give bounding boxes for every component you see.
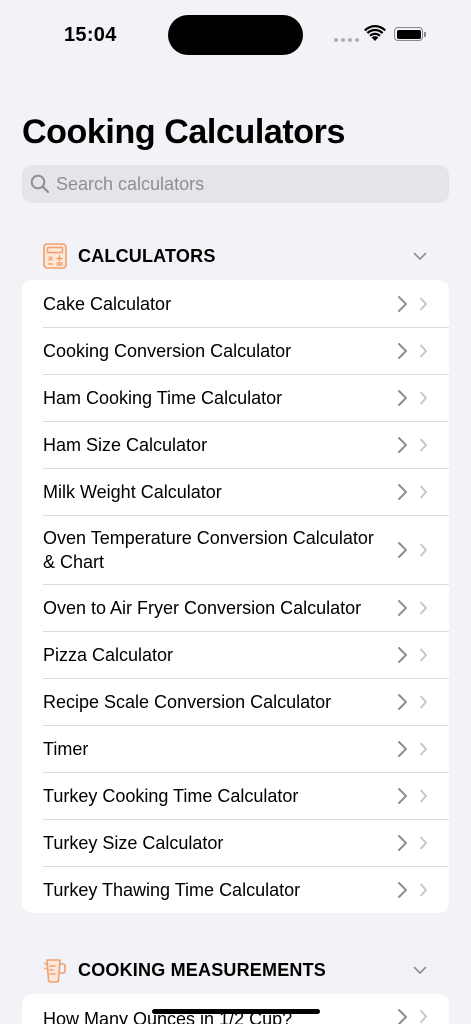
list-item-label: Timer (43, 738, 89, 759)
chevron-right-icon (420, 1010, 427, 1023)
list-item-label: Ham Cooking Time Calculator (43, 387, 283, 408)
search-bar[interactable] (22, 165, 449, 203)
chevron-right-icon (398, 646, 407, 663)
list-item-oven-temperature-conversion-calculator[interactable]: Oven Temperature Conversion Calculator &… (22, 515, 449, 584)
chevron-right-icon (398, 787, 407, 804)
chevron-right-icon (420, 836, 427, 849)
chevron-right-icon (398, 740, 407, 757)
section-header-cooking-measurements[interactable]: COOKING MEASUREMENTS (22, 950, 449, 990)
battery-icon (394, 27, 426, 41)
list-item-label: Oven Temperature Conversion Calculator &… (43, 527, 374, 572)
list-item-label: Turkey Cooking Time Calculator (43, 785, 299, 806)
chevron-right-icon (420, 543, 427, 556)
list-item-label: Milk Weight Calculator (43, 481, 222, 502)
chevron-right-icon (420, 695, 427, 708)
chevron-right-icon (420, 883, 427, 896)
chevron-right-icon (420, 344, 427, 357)
list-item-turkey-thawing-time-calculator[interactable]: Turkey Thawing Time Calculator (22, 866, 449, 913)
chevron-right-icon (420, 297, 427, 310)
list-item-ham-cooking-time-calculator[interactable]: Ham Cooking Time Calculator (22, 374, 449, 421)
section-title: CALCULATORS (78, 245, 216, 266)
calculators-list: Cake Calculator Cooking Conversion Calcu… (22, 280, 449, 913)
chevron-down-icon[interactable] (413, 966, 427, 975)
home-indicator[interactable] (152, 1009, 320, 1014)
calculator-icon (42, 243, 68, 269)
cellular-signal-icon (334, 38, 359, 42)
list-item-turkey-cooking-time-calculator[interactable]: Turkey Cooking Time Calculator (22, 772, 449, 819)
status-bar: 15:04 (0, 0, 471, 70)
list-item-ham-size-calculator[interactable]: Ham Size Calculator (22, 421, 449, 468)
list-item-label: Oven to Air Fryer Conversion Calculator (43, 597, 362, 618)
chevron-right-icon (398, 599, 407, 616)
list-item-recipe-scale-conversion-calculator[interactable]: Recipe Scale Conversion Calculator (22, 678, 449, 725)
chevron-right-icon (420, 601, 427, 614)
chevron-right-icon (398, 541, 407, 558)
list-item-timer[interactable]: Timer (22, 725, 449, 772)
chevron-right-icon (398, 1009, 407, 1024)
chevron-right-icon (398, 295, 407, 312)
status-time: 15:04 (64, 24, 117, 46)
dynamic-island (168, 15, 303, 55)
chevron-right-icon (398, 342, 407, 359)
chevron-right-icon (420, 485, 427, 498)
search-input[interactable] (56, 173, 426, 195)
list-item-turkey-size-calculator[interactable]: Turkey Size Calculator (22, 819, 449, 866)
list-item-label: Cooking Conversion Calculator (43, 340, 292, 361)
chevron-right-icon (420, 648, 427, 661)
list-item-label: Cake Calculator (43, 293, 172, 314)
list-item-cooking-conversion-calculator[interactable]: Cooking Conversion Calculator (22, 327, 449, 374)
list-item-cake-calculator[interactable]: Cake Calculator (22, 280, 449, 327)
measuring-cup-icon (42, 957, 68, 983)
chevron-right-icon (398, 436, 407, 453)
section-header-calculators[interactable]: CALCULATORS (22, 236, 449, 276)
chevron-right-icon (420, 438, 427, 451)
chevron-down-icon[interactable] (413, 252, 427, 261)
search-icon (30, 174, 50, 194)
chevron-right-icon (420, 789, 427, 802)
chevron-right-icon (398, 483, 407, 500)
chevron-right-icon (398, 693, 407, 710)
chevron-right-icon (398, 834, 407, 851)
section-title: COOKING MEASUREMENTS (78, 959, 327, 980)
chevron-right-icon (398, 881, 407, 898)
list-item-label: Turkey Thawing Time Calculator (43, 879, 301, 900)
wifi-icon (364, 24, 386, 47)
list-item-pizza-calculator[interactable]: Pizza Calculator (22, 631, 449, 678)
list-item-label: Ham Size Calculator (43, 434, 208, 455)
list-item-label: Pizza Calculator (43, 644, 174, 665)
list-item-label: Recipe Scale Conversion Calculator (43, 691, 332, 712)
list-item-oven-to-air-fryer-conversion-calculator[interactable]: Oven to Air Fryer Conversion Calculator (22, 584, 449, 631)
page-title: Cooking Calculators (22, 113, 346, 151)
list-item-milk-weight-calculator[interactable]: Milk Weight Calculator (22, 468, 449, 515)
chevron-right-icon (398, 389, 407, 406)
chevron-right-icon (420, 742, 427, 755)
list-item-label: Turkey Size Calculator (43, 832, 224, 853)
chevron-right-icon (420, 391, 427, 404)
